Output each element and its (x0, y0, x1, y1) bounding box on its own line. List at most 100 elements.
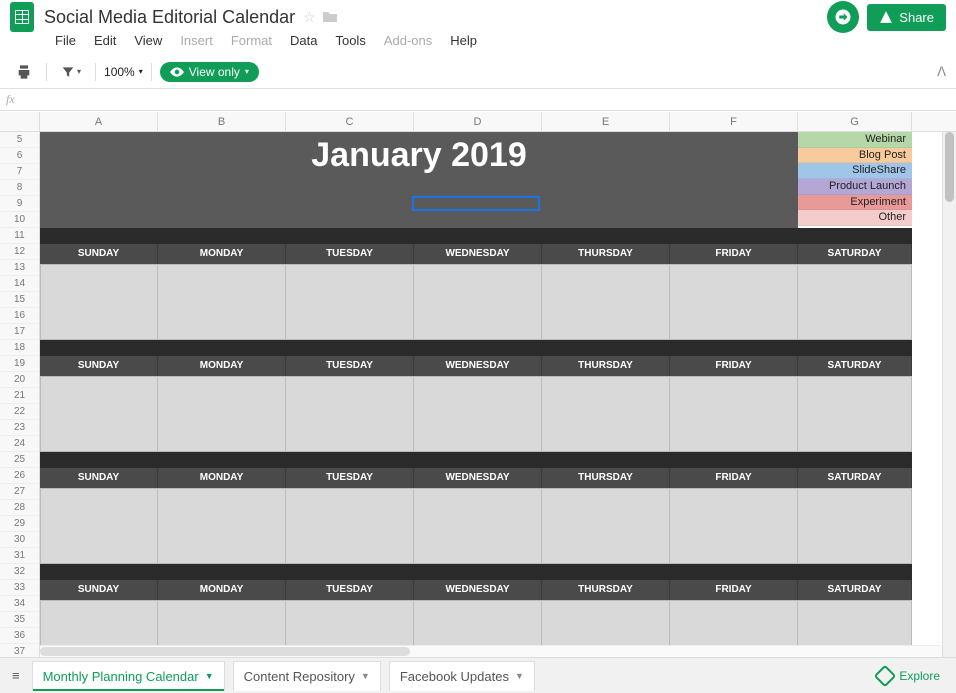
explore-button[interactable]: Explore (869, 664, 948, 688)
calendar-cell[interactable] (670, 264, 798, 340)
menu-addons[interactable]: Add-ons (377, 30, 439, 51)
row-header[interactable]: 11 (0, 228, 39, 244)
document-title[interactable]: Social Media Editorial Calendar (44, 7, 295, 28)
formula-bar[interactable]: fx (0, 89, 956, 111)
calendar-cell[interactable] (286, 376, 414, 452)
row-header[interactable]: 22 (0, 404, 39, 420)
row-header[interactable]: 27 (0, 484, 39, 500)
row-header[interactable]: 36 (0, 628, 39, 644)
collapse-toolbar-icon[interactable]: ᐱ (937, 64, 946, 80)
col-header-e[interactable]: E (542, 112, 670, 131)
cells-area[interactable]: January 2019 Webinar Blog Post SlideShar… (40, 132, 956, 657)
row-header[interactable]: 8 (0, 180, 39, 196)
col-header-c[interactable]: C (286, 112, 414, 131)
scroll-thumb[interactable] (40, 647, 410, 656)
menu-help[interactable]: Help (443, 30, 484, 51)
view-only-pill[interactable]: View only ▾ (160, 62, 259, 82)
week-row[interactable] (40, 376, 912, 452)
row-header[interactable]: 30 (0, 532, 39, 548)
col-header-f[interactable]: F (670, 112, 798, 131)
print-button[interactable] (10, 60, 38, 84)
scroll-thumb[interactable] (945, 132, 954, 202)
calendar-cell[interactable] (670, 488, 798, 564)
menu-tools[interactable]: Tools (328, 30, 372, 51)
row-header[interactable]: 26 (0, 468, 39, 484)
menu-format[interactable]: Format (224, 30, 279, 51)
horizontal-scrollbar[interactable] (40, 645, 942, 657)
calendar-cell[interactable] (542, 264, 670, 340)
menu-insert[interactable]: Insert (173, 30, 220, 51)
row-header[interactable]: 31 (0, 548, 39, 564)
calendar-cell[interactable] (542, 376, 670, 452)
calendar-cell[interactable] (158, 488, 286, 564)
row-header[interactable]: 17 (0, 324, 39, 340)
move-folder-icon[interactable] (322, 10, 338, 24)
row-header[interactable]: 35 (0, 612, 39, 628)
menu-view[interactable]: View (127, 30, 169, 51)
tab-content-repository[interactable]: Content Repository ▼ (233, 661, 381, 691)
filter-button[interactable]: ▾ (55, 61, 87, 83)
calendar-cell[interactable] (414, 264, 542, 340)
calendar-cell[interactable] (40, 376, 158, 452)
calendar-cell[interactable] (798, 488, 912, 564)
calendar-cell[interactable] (40, 488, 158, 564)
row-header[interactable]: 33 (0, 580, 39, 596)
calendar-cell[interactable] (414, 488, 542, 564)
calendar-cell[interactable] (542, 488, 670, 564)
col-header-a[interactable]: A (40, 112, 158, 131)
col-header-g[interactable]: G (798, 112, 912, 131)
zoom-selector[interactable]: 100% ▾ (104, 65, 143, 79)
row-header[interactable]: 5 (0, 132, 39, 148)
menu-edit[interactable]: Edit (87, 30, 123, 51)
calendar-cell[interactable] (286, 264, 414, 340)
menu-data[interactable]: Data (283, 30, 324, 51)
row-header[interactable]: 6 (0, 148, 39, 164)
row-header[interactable]: 12 (0, 244, 39, 260)
row-header[interactable]: 16 (0, 308, 39, 324)
row-header[interactable]: 14 (0, 276, 39, 292)
tab-facebook-updates[interactable]: Facebook Updates ▼ (389, 661, 535, 691)
row-header[interactable]: 29 (0, 516, 39, 532)
row-header[interactable]: 25 (0, 452, 39, 468)
menu-file[interactable]: File (48, 30, 83, 51)
select-all-corner[interactable] (0, 112, 40, 131)
row-header[interactable]: 13 (0, 260, 39, 276)
row-header[interactable]: 37 (0, 644, 39, 657)
day-fri: FRIDAY (670, 244, 798, 264)
tab-label: Content Repository (244, 669, 355, 684)
row-header[interactable]: 23 (0, 420, 39, 436)
col-header-b[interactable]: B (158, 112, 286, 131)
calendar-title-block: January 2019 (40, 132, 798, 228)
account-button[interactable] (827, 1, 859, 33)
row-header[interactable]: 34 (0, 596, 39, 612)
calendar-cell[interactable] (40, 264, 158, 340)
row-header[interactable]: 9 (0, 196, 39, 212)
row-header[interactable]: 21 (0, 388, 39, 404)
row-header[interactable]: 18 (0, 340, 39, 356)
all-sheets-icon[interactable]: ≡ (8, 664, 24, 687)
calendar-cell[interactable] (414, 376, 542, 452)
calendar-cell[interactable] (158, 264, 286, 340)
week-row[interactable] (40, 488, 912, 564)
calendar-cell[interactable] (798, 264, 912, 340)
week-row[interactable] (40, 264, 912, 340)
calendar-cell[interactable] (158, 376, 286, 452)
row-header[interactable]: 19 (0, 356, 39, 372)
tab-monthly-planning[interactable]: Monthly Planning Calendar ▼ (32, 661, 225, 691)
row-header[interactable]: 28 (0, 500, 39, 516)
calendar-cell[interactable] (286, 488, 414, 564)
row-header[interactable]: 32 (0, 564, 39, 580)
calendar-cell[interactable] (798, 376, 912, 452)
share-button[interactable]: Share (867, 4, 946, 31)
sheets-logo[interactable] (10, 2, 34, 32)
legend-product-launch: Product Launch (798, 179, 912, 195)
col-header-d[interactable]: D (414, 112, 542, 131)
star-icon[interactable]: ☆ (303, 9, 316, 26)
row-header[interactable]: 24 (0, 436, 39, 452)
row-header[interactable]: 20 (0, 372, 39, 388)
calendar-cell[interactable] (670, 376, 798, 452)
row-header[interactable]: 10 (0, 212, 39, 228)
row-header[interactable]: 7 (0, 164, 39, 180)
row-header[interactable]: 15 (0, 292, 39, 308)
vertical-scrollbar[interactable] (942, 132, 956, 657)
